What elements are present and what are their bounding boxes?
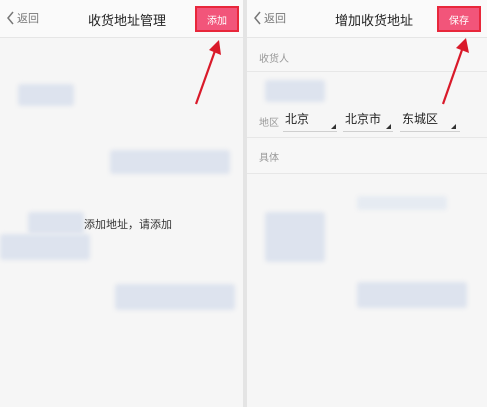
add-address-button[interactable]: 添加 xyxy=(195,6,239,32)
blurred-content xyxy=(18,84,74,106)
blurred-content xyxy=(357,196,447,210)
add-label: 添加 xyxy=(207,15,227,27)
caret-icon xyxy=(451,124,456,129)
blurred-content xyxy=(265,212,325,262)
recipient-label: 收货人 xyxy=(259,54,289,65)
city-underline xyxy=(343,131,393,132)
address-list-screen: 返回 收货地址管理 添加 添加地址，请添加 xyxy=(0,0,243,407)
blurred-content xyxy=(28,212,84,234)
save-label: 保存 xyxy=(449,15,469,27)
empty-address-message: 添加地址，请添加 xyxy=(84,218,172,231)
province-select[interactable]: 北京 xyxy=(285,110,331,127)
back-label: 返回 xyxy=(264,12,286,25)
red-arrow-icon xyxy=(441,38,469,105)
detail-label: 具体 xyxy=(259,153,279,164)
province-underline xyxy=(283,131,337,132)
chevron-left-icon xyxy=(7,11,14,25)
region-label: 地区 xyxy=(259,118,279,129)
add-address-screen: 返回 增加收货地址 保存 收货人 地区 北京 北京市 东城区 具体 xyxy=(247,0,487,407)
chevron-left-icon xyxy=(254,11,261,25)
page-title: 增加收货地址 xyxy=(335,14,414,29)
back-button[interactable]: 返回 xyxy=(6,9,39,27)
blurred-content xyxy=(357,282,467,308)
back-label: 返回 xyxy=(17,12,39,25)
caret-icon xyxy=(386,124,391,129)
caret-icon xyxy=(331,124,336,129)
city-value: 北京市 xyxy=(345,112,382,126)
blurred-content xyxy=(265,80,325,102)
save-button[interactable]: 保存 xyxy=(437,6,481,32)
province-value: 北京 xyxy=(285,112,310,126)
detail-field[interactable]: 具体 xyxy=(247,140,487,174)
blurred-content xyxy=(0,234,90,260)
district-value: 东城区 xyxy=(402,112,439,126)
navbar: 返回 收货地址管理 添加 xyxy=(0,0,243,38)
red-arrow-icon xyxy=(194,40,221,105)
blurred-content xyxy=(115,284,235,310)
navbar: 返回 增加收货地址 保存 xyxy=(247,0,487,38)
district-underline xyxy=(400,131,460,132)
page-title: 收货地址管理 xyxy=(88,14,167,29)
blurred-content xyxy=(110,150,230,174)
back-button[interactable]: 返回 xyxy=(253,9,286,27)
